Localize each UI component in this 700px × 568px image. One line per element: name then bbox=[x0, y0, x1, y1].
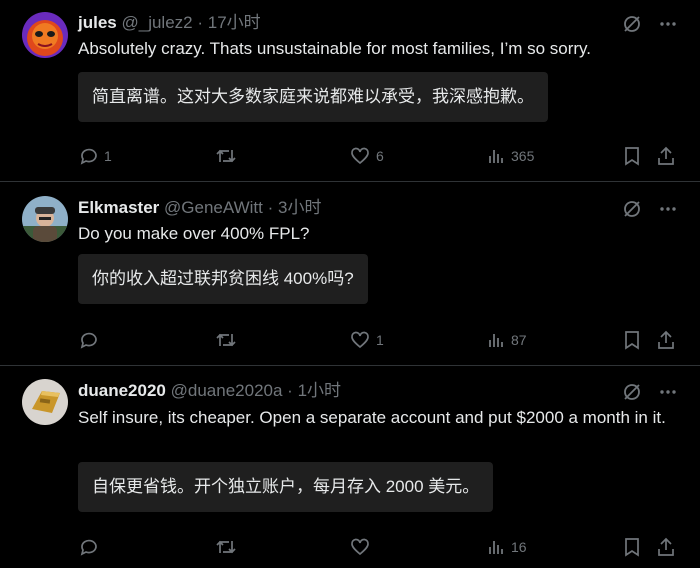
bookmark-icon bbox=[625, 331, 639, 350]
user-handle[interactable]: @GeneAWitt bbox=[164, 198, 263, 217]
display-name[interactable]: duane2020 bbox=[78, 381, 166, 400]
views-button[interactable]: 365 bbox=[487, 144, 534, 168]
tweet-text: Do you make over 400% FPL? bbox=[78, 224, 310, 243]
display-name[interactable]: jules bbox=[78, 13, 117, 32]
retweet-icon bbox=[216, 149, 236, 163]
reply-icon bbox=[80, 148, 97, 165]
like-button[interactable]: 6 bbox=[350, 144, 384, 168]
user-handle[interactable]: @duane2020a bbox=[171, 381, 283, 400]
tweet-text: Absolutely crazy. Thats unsustainable fo… bbox=[78, 39, 592, 58]
avatar[interactable] bbox=[22, 379, 68, 425]
more-icon[interactable] bbox=[658, 14, 678, 39]
bookmark-icon bbox=[625, 147, 639, 166]
views-button[interactable]: 87 bbox=[487, 328, 527, 352]
reply-icon bbox=[80, 332, 97, 349]
more-icon[interactable] bbox=[658, 382, 678, 407]
bookmark-button[interactable] bbox=[623, 535, 641, 559]
reply-button[interactable]: 1 bbox=[78, 144, 112, 168]
tweet-top-icons bbox=[622, 199, 678, 224]
reply-feed: jules @_julez2 · 17小时 Absolutely crazy. … bbox=[0, 0, 700, 568]
grok-icon[interactable] bbox=[622, 14, 642, 39]
translation-box: 自保更省钱。开个独立账户，每月存入 2000 美元。 bbox=[78, 462, 494, 512]
timestamp[interactable]: 3小时 bbox=[278, 198, 321, 217]
avatar[interactable] bbox=[22, 12, 68, 58]
views-icon bbox=[489, 541, 503, 554]
retweet-button[interactable] bbox=[215, 144, 243, 168]
avatar[interactable] bbox=[22, 196, 68, 242]
display-name[interactable]: Elkmaster bbox=[78, 198, 159, 217]
views-button[interactable]: 16 bbox=[487, 535, 527, 559]
like-count: 1 bbox=[376, 332, 384, 348]
tweet-text: Self insure, its cheaper. Open a separat… bbox=[78, 408, 666, 427]
share-icon bbox=[658, 330, 674, 349]
view-count: 365 bbox=[511, 148, 535, 164]
action-bar: 16 bbox=[78, 535, 678, 559]
tweet-top-icons bbox=[622, 382, 678, 407]
retweet-button[interactable] bbox=[215, 328, 243, 352]
more-icon[interactable] bbox=[658, 199, 678, 224]
timestamp[interactable]: 1小时 bbox=[298, 381, 341, 400]
like-count: 6 bbox=[376, 148, 384, 164]
share-icon bbox=[658, 146, 674, 165]
tweet-top-icons bbox=[622, 14, 678, 39]
action-bar: 1 6 365 bbox=[78, 144, 678, 168]
retweet-icon bbox=[216, 540, 236, 554]
reply-button[interactable] bbox=[78, 535, 104, 559]
bookmark-button[interactable] bbox=[623, 328, 641, 352]
reply-icon bbox=[80, 539, 97, 556]
separator: · bbox=[267, 198, 274, 217]
grok-icon[interactable] bbox=[622, 199, 642, 224]
tweet[interactable]: Elkmaster @GeneAWitt · 3小时 Do you make o… bbox=[0, 182, 700, 366]
bookmark-icon bbox=[625, 538, 639, 557]
views-icon bbox=[489, 150, 503, 163]
tweet-header: Elkmaster @GeneAWitt · 3小时 bbox=[78, 198, 321, 218]
reply-button[interactable] bbox=[78, 328, 104, 352]
translation-box: 你的收入超过联邦贫困线 400%吗? bbox=[78, 254, 368, 304]
like-button[interactable]: 1 bbox=[350, 328, 384, 352]
tweet-header: duane2020 @duane2020a · 1小时 bbox=[78, 381, 341, 401]
tweet[interactable]: jules @_julez2 · 17小时 Absolutely crazy. … bbox=[0, 0, 700, 182]
retweet-button[interactable] bbox=[215, 535, 243, 559]
user-handle[interactable]: @_julez2 bbox=[121, 13, 192, 32]
tweet[interactable]: duane2020 @duane2020a · 1小时 Self insure,… bbox=[0, 366, 700, 568]
reply-count: 1 bbox=[104, 148, 112, 164]
share-button[interactable] bbox=[656, 144, 676, 168]
separator: · bbox=[197, 13, 204, 32]
translation-box: 简直离谱。这对大多数家庭来说都难以承受，我深感抱歉。 bbox=[78, 72, 548, 122]
share-button[interactable] bbox=[656, 328, 676, 352]
like-button[interactable] bbox=[350, 535, 376, 559]
grok-icon[interactable] bbox=[622, 382, 642, 407]
retweet-icon bbox=[216, 333, 236, 347]
share-icon bbox=[658, 537, 674, 556]
separator: · bbox=[287, 381, 293, 400]
action-bar: 1 87 bbox=[78, 328, 678, 352]
share-button[interactable] bbox=[656, 535, 676, 559]
like-icon bbox=[351, 331, 369, 349]
bookmark-button[interactable] bbox=[623, 144, 641, 168]
like-icon bbox=[351, 538, 369, 556]
view-count: 16 bbox=[511, 539, 527, 555]
tweet-header: jules @_julez2 · 17小时 bbox=[78, 13, 261, 33]
view-count: 87 bbox=[511, 332, 527, 348]
timestamp[interactable]: 17小时 bbox=[208, 13, 261, 32]
views-icon bbox=[489, 334, 503, 347]
like-icon bbox=[351, 147, 369, 165]
